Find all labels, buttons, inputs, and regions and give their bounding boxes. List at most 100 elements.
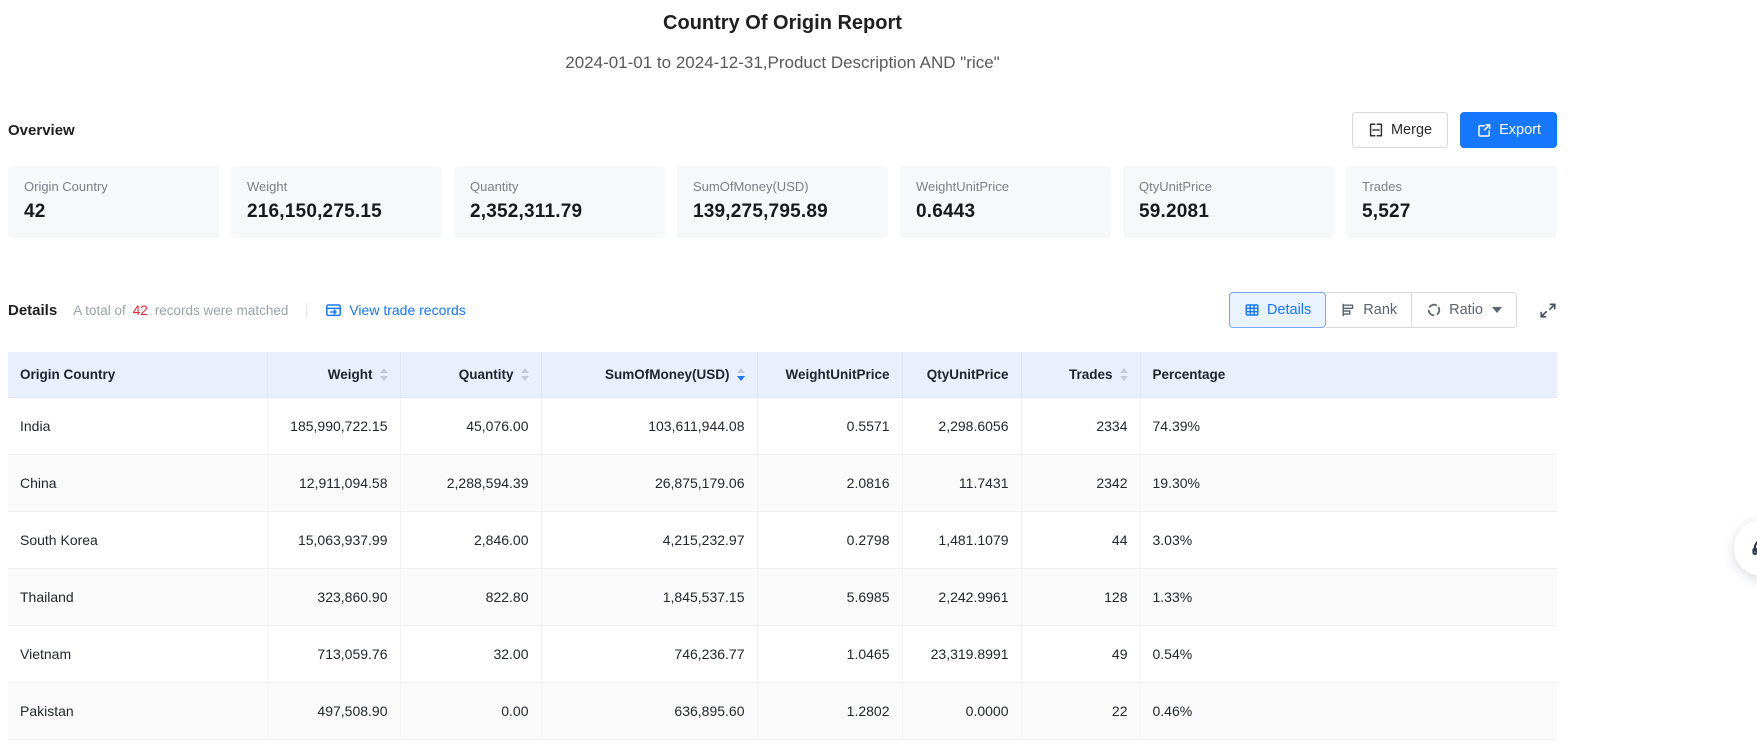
col-header-origin-country: Origin Country <box>8 352 268 398</box>
card-value: 0.6443 <box>916 201 976 222</box>
card-quantity: Quantity 2,352,311.79 <box>454 166 665 238</box>
cell-sum-of-money: 4,215,232.97 <box>541 511 758 569</box>
cell-quantity: 2,846.00 <box>400 511 542 569</box>
cell-origin-country: Vietnam <box>8 625 268 683</box>
cell-percentage: 0.46% <box>1140 682 1557 740</box>
table-row[interactable]: Vietnam 713,059.76 32.00 746,236.77 1.04… <box>8 625 1557 683</box>
cell-trades: 22 <box>1021 682 1141 740</box>
vertical-divider <box>306 302 308 318</box>
card-value: 216,150,275.15 <box>247 201 382 222</box>
cell-weight-unit-price: 1.2802 <box>757 682 903 740</box>
overview-actions: Merge Export <box>1351 112 1557 148</box>
cell-sum-of-money: 1,845,537.15 <box>541 568 758 626</box>
cell-weight: 15,063,937.99 <box>267 511 401 569</box>
card-origin-country: Origin Country 42 <box>8 166 219 238</box>
cell-percentage: 19.30% <box>1140 454 1557 512</box>
cell-origin-country: South Korea <box>8 511 268 569</box>
col-header-trades[interactable]: Trades <box>1021 352 1141 398</box>
sort-icon[interactable] <box>1119 368 1128 381</box>
fullscreen-button[interactable] <box>1539 301 1557 319</box>
table-row[interactable]: South Korea 15,063,937.99 2,846.00 4,215… <box>8 511 1557 569</box>
cell-weight: 713,059.76 <box>267 625 401 683</box>
country-of-origin-report-page: { "page": { "title": "Country Of Origin … <box>0 0 1757 750</box>
details-table: Origin Country Weight Quantity SumOfMone… <box>8 352 1557 740</box>
merge-button[interactable]: Merge <box>1351 112 1449 148</box>
export-button-label: Export <box>1499 122 1541 138</box>
cell-trades: 44 <box>1021 511 1141 569</box>
card-label: Trades <box>1362 179 1402 194</box>
cell-qty-unit-price: 0.0000 <box>902 682 1022 740</box>
card-value: 2,352,311.79 <box>470 201 583 222</box>
table-body: India 185,990,722.15 45,076.00 103,611,9… <box>8 397 1557 740</box>
support-floating-button[interactable] <box>1734 520 1757 576</box>
card-weight-unit-price: WeightUnitPrice 0.6443 <box>900 166 1111 238</box>
cell-weight-unit-price: 5.6985 <box>757 568 903 626</box>
overview-cards: Origin Country 42 Weight 216,150,275.15 … <box>8 166 1557 238</box>
cell-percentage: 0.54% <box>1140 625 1557 683</box>
col-header-quantity[interactable]: Quantity <box>400 352 542 398</box>
sort-icon[interactable] <box>379 368 388 381</box>
headset-icon <box>1749 535 1757 561</box>
cell-sum-of-money: 746,236.77 <box>541 625 758 683</box>
cell-weight: 12,911,094.58 <box>267 454 401 512</box>
sort-desc-active-icon[interactable] <box>736 368 745 381</box>
cell-qty-unit-price: 1,481.1079 <box>902 511 1022 569</box>
tab-rank-label: Rank <box>1363 302 1398 318</box>
cell-quantity: 0.00 <box>400 682 542 740</box>
merge-icon <box>1368 122 1384 138</box>
card-label: SumOfMoney(USD) <box>693 179 809 194</box>
view-trade-records-label: View trade records <box>349 302 466 318</box>
cell-weight-unit-price: 2.0816 <box>757 454 903 512</box>
cell-quantity: 45,076.00 <box>400 397 542 455</box>
col-header-percentage: Percentage <box>1140 352 1557 398</box>
card-label: QtyUnitPrice <box>1139 179 1212 194</box>
tab-rank[interactable]: Rank <box>1326 292 1413 328</box>
matched-count: 42 <box>132 302 148 318</box>
cell-weight: 497,508.90 <box>267 682 401 740</box>
cell-trades: 128 <box>1021 568 1141 626</box>
card-sum-of-money: SumOfMoney(USD) 139,275,795.89 <box>677 166 888 238</box>
cell-origin-country: China <box>8 454 268 512</box>
table-row[interactable]: Thailand 323,860.90 822.80 1,845,537.15 … <box>8 568 1557 626</box>
cell-origin-country: Thailand <box>8 568 268 626</box>
table-row[interactable]: India 185,990,722.15 45,076.00 103,611,9… <box>8 397 1557 455</box>
col-header-weight-unit-price: WeightUnitPrice <box>757 352 903 398</box>
card-value: 42 <box>24 201 46 222</box>
card-value: 59.2081 <box>1139 201 1210 222</box>
tab-ratio[interactable]: Ratio <box>1412 292 1517 328</box>
chevron-down-icon <box>1492 307 1502 313</box>
tab-details[interactable]: Details <box>1228 292 1327 328</box>
export-button[interactable]: Export <box>1460 112 1557 148</box>
overview-toolbar: Overview Merge Export <box>8 112 1557 148</box>
table-row[interactable]: Pakistan 497,508.90 0.00 636,895.60 1.28… <box>8 682 1557 740</box>
card-label: WeightUnitPrice <box>916 179 1009 194</box>
cell-qty-unit-price: 2,242.9961 <box>902 568 1022 626</box>
cell-origin-country: India <box>8 397 268 455</box>
details-summary: Details A total of 42 records were matched… <box>8 302 466 319</box>
sort-icon[interactable] <box>520 368 529 381</box>
cell-quantity: 822.80 <box>400 568 542 626</box>
ratio-icon <box>1426 302 1442 318</box>
merge-button-label: Merge <box>1390 122 1433 138</box>
card-label: Quantity <box>470 179 519 194</box>
cell-origin-country: Pakistan <box>8 682 268 740</box>
table-row[interactable]: China 12,911,094.58 2,288,594.39 26,875,… <box>8 454 1557 512</box>
cell-sum-of-money: 636,895.60 <box>541 682 758 740</box>
cell-trades: 49 <box>1021 625 1141 683</box>
card-trades: Trades 5,527 <box>1346 166 1557 238</box>
details-heading: Details <box>8 301 58 319</box>
matched-records-text: A total of 42 records were matched <box>73 302 289 318</box>
export-icon <box>1476 122 1492 138</box>
cell-percentage: 3.03% <box>1140 511 1557 569</box>
table-header: Origin Country Weight Quantity SumOfMone… <box>8 352 1557 398</box>
col-header-weight[interactable]: Weight <box>267 352 401 398</box>
rank-icon <box>1340 302 1356 318</box>
col-header-sum-of-money[interactable]: SumOfMoney(USD) <box>541 352 758 398</box>
cell-qty-unit-price: 23,319.8991 <box>902 625 1022 683</box>
cell-weight-unit-price: 0.5571 <box>757 397 903 455</box>
view-trade-records-link[interactable]: View trade records <box>325 302 466 319</box>
cell-sum-of-money: 103,611,944.08 <box>541 397 758 455</box>
trade-records-icon <box>325 302 342 319</box>
tab-ratio-label: Ratio <box>1449 302 1483 318</box>
cell-quantity: 2,288,594.39 <box>400 454 542 512</box>
